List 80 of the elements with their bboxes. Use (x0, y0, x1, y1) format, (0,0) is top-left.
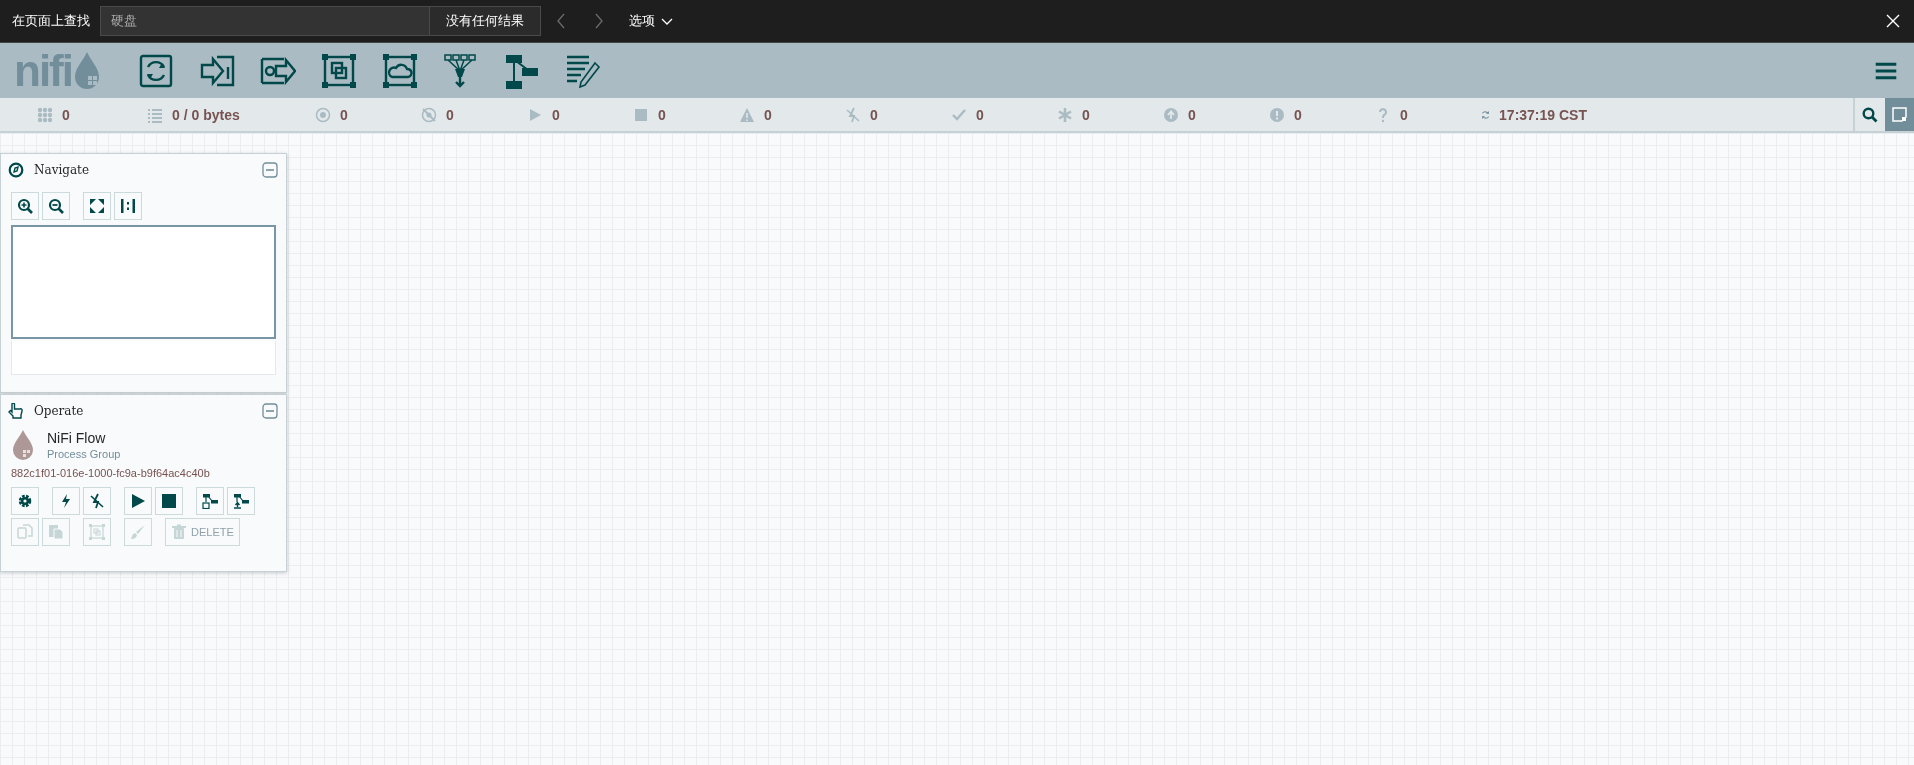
panel-title: Operate (34, 404, 84, 418)
disable-button[interactable] (83, 487, 111, 515)
save-template-button[interactable] (196, 487, 224, 515)
play-icon (130, 493, 146, 509)
stop-icon (633, 106, 649, 123)
processor-icon (138, 52, 174, 89)
chevron-left-icon (555, 12, 567, 30)
zoom-in-icon (17, 198, 33, 214)
result-button[interactable]: 没有任何结果 (430, 6, 541, 36)
status-count: 0 (340, 106, 348, 123)
caret-icon (661, 17, 673, 25)
status-count: 0 (1294, 106, 1302, 123)
component-id: 882c1f01-016e-1000-fc9a-b9f64ac4c40b (10, 466, 211, 479)
thread-icon (37, 106, 53, 123)
zoom-in-button[interactable] (11, 192, 39, 220)
find-field[interactable]: 硬盘 (100, 6, 430, 36)
status-count: 0 (62, 106, 70, 123)
stop-icon (161, 493, 177, 509)
bolt-off-icon (845, 106, 861, 123)
funnel-icon (443, 52, 479, 89)
list-icon (147, 106, 163, 123)
upload-template-button[interactable] (227, 487, 255, 515)
nifi-logo: nifi (14, 50, 134, 91)
process-group-icon (11, 429, 35, 461)
process-group-icon (321, 52, 357, 89)
hand-pointer-icon (8, 403, 24, 419)
template-save-icon (202, 493, 218, 509)
zoom-out-icon (48, 198, 64, 214)
collapse-button[interactable] (262, 162, 278, 178)
status-count: 0 (446, 106, 454, 123)
exclamation-circle-icon (1269, 106, 1285, 123)
component-type: Process Group (47, 448, 121, 460)
collapse-button[interactable] (262, 403, 278, 419)
status-count: 0 (976, 106, 984, 123)
find-label: 在页面上查找 (11, 12, 91, 30)
paste-icon (48, 524, 64, 540)
actual-size-icon (120, 198, 136, 214)
refresh-time: 17:37:19 CST (1499, 106, 1587, 123)
group-icon (89, 524, 105, 540)
warning-icon (739, 106, 755, 123)
status-count: 0 (1400, 106, 1408, 123)
asterisk-icon (1057, 106, 1073, 123)
minus-square-icon (262, 403, 278, 419)
zoom-out-button[interactable] (42, 192, 70, 220)
actual-size-button[interactable] (114, 192, 142, 220)
note-icon (1891, 106, 1908, 123)
birdseye-view[interactable] (11, 225, 276, 339)
brush-icon (130, 524, 146, 540)
expand-icon (89, 198, 105, 214)
play-icon (527, 106, 543, 123)
close-icon (1885, 13, 1901, 29)
start-button[interactable] (124, 487, 152, 515)
status-count: 0 (552, 106, 560, 123)
enable-button[interactable] (52, 487, 80, 515)
component-name: NiFi Flow (47, 430, 107, 446)
up-arrow-circle-icon (1163, 106, 1179, 123)
status-count: 0 (870, 106, 878, 123)
chevron-right-icon (593, 12, 605, 30)
minus-square-icon (262, 162, 278, 178)
remote-group-icon (382, 52, 418, 89)
target-icon (315, 106, 331, 123)
copy-icon (17, 524, 33, 540)
compass-icon (8, 162, 24, 178)
gear-icon (17, 493, 33, 509)
status-count: 0 (764, 106, 772, 123)
target-off-icon (421, 106, 437, 123)
fit-button[interactable] (83, 192, 111, 220)
trash-icon (171, 524, 188, 540)
status-count: 0 (1082, 106, 1090, 123)
search-icon (1862, 106, 1878, 123)
settings-button[interactable] (11, 487, 39, 515)
template-icon (504, 52, 540, 89)
status-count: 0 (1188, 106, 1196, 123)
status-count: 0 / 0 bytes (172, 106, 240, 123)
template-upload-icon (233, 493, 249, 509)
status-count: 0 (658, 106, 666, 123)
panel-title: Navigate (34, 163, 90, 177)
options-button[interactable]: 选项 (623, 11, 679, 31)
bolt-off-icon (89, 493, 105, 509)
stop-button[interactable] (155, 487, 183, 515)
